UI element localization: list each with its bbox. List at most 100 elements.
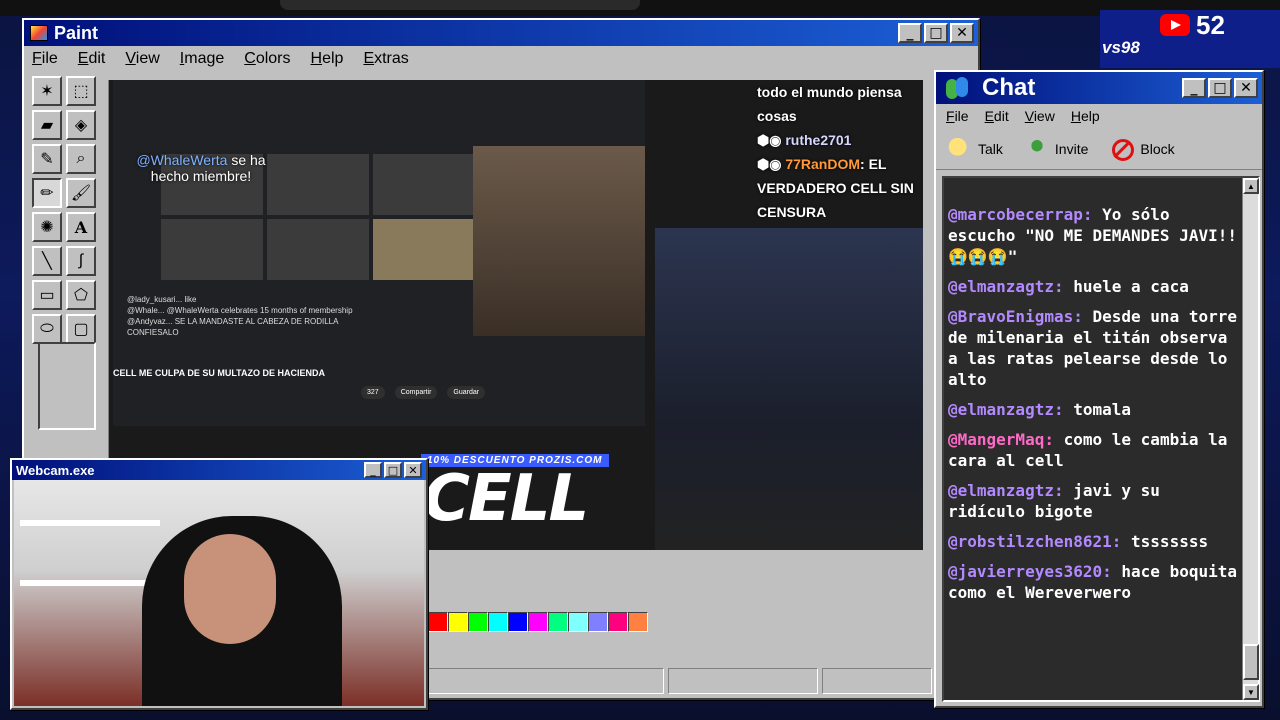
- member-alert: @WhaleWerta se ha hecho miembre!: [127, 152, 275, 184]
- block-icon: [1110, 138, 1135, 161]
- paint-menubar: File Edit View Image Colors Help Extras: [24, 46, 978, 72]
- address-bar[interactable]: [280, 0, 640, 10]
- chat-menubar: File Edit View Help: [936, 104, 1262, 128]
- scroll-down-icon[interactable]: ▼: [1243, 684, 1259, 700]
- color-palette: [428, 612, 648, 632]
- chat-message: @javierreyes3620: hace boquita como el W…: [948, 561, 1238, 603]
- scroll-thumb[interactable]: [1243, 644, 1259, 680]
- status-field: [822, 668, 932, 694]
- color-swatch[interactable]: [608, 612, 628, 632]
- menu-extras[interactable]: Extras: [363, 50, 408, 68]
- text-tool-icon[interactable]: A: [66, 212, 96, 242]
- color-swatch[interactable]: [548, 612, 568, 632]
- save-label: Guardar: [447, 386, 486, 399]
- overlay-user: 77RanDOM: [785, 156, 861, 172]
- chat-message: @BravoEnigmas: Desde una torre de milena…: [948, 306, 1238, 390]
- video-actions: 327 Compartir Guardar: [361, 386, 486, 399]
- color-swatch[interactable]: [448, 612, 468, 632]
- curve-icon[interactable]: ∫: [66, 246, 96, 276]
- status-field: [428, 668, 664, 694]
- stream-chat-overlay: todo el mundo piensa cosas ⬢◉ ruthe2701 …: [757, 80, 923, 224]
- airbrush-icon[interactable]: ✺: [32, 212, 62, 242]
- block-button[interactable]: Block: [1110, 138, 1175, 161]
- minimize-button[interactable]: _: [364, 462, 382, 478]
- color-swatch[interactable]: [588, 612, 608, 632]
- color-swatch[interactable]: [508, 612, 528, 632]
- share-label: Compartir: [394, 386, 438, 399]
- invite-label: Invite: [1054, 140, 1089, 157]
- fill-bucket-icon[interactable]: ◈: [66, 110, 96, 140]
- menu-colors[interactable]: Colors: [244, 50, 290, 68]
- talk-icon: [948, 137, 972, 160]
- webcam-titlebar[interactable]: Webcam.exe _ □ ✕: [12, 460, 426, 480]
- chat-scrollbar[interactable]: ▲ ▼: [1242, 178, 1259, 700]
- webcam-feed: [14, 480, 424, 706]
- brush-icon[interactable]: 🖌: [66, 178, 96, 208]
- maximize-button[interactable]: □: [1208, 78, 1232, 98]
- captured-chat-line: @lady_kusari... like: [127, 295, 197, 304]
- close-button[interactable]: ✕: [1234, 78, 1258, 98]
- youtube-icon: [1160, 14, 1190, 36]
- menu-help[interactable]: Help: [1071, 108, 1100, 124]
- chat-message: @elmanzagtz: javi y su ridículo bigote: [948, 480, 1238, 522]
- chat-text: tomala: [1073, 400, 1132, 419]
- paint-titlebar[interactable]: Paint _ □ ✕: [24, 20, 978, 46]
- paint-title: Paint: [54, 22, 99, 43]
- color-swatch[interactable]: [528, 612, 548, 632]
- tool-options-box[interactable]: [38, 342, 96, 430]
- chat-username: @MangerMaq:: [948, 430, 1054, 449]
- viewer-count: 52: [1196, 10, 1225, 40]
- chat-text: huele a caca: [1073, 277, 1189, 296]
- rectangle-icon[interactable]: ▭: [32, 280, 62, 310]
- shelf: [20, 580, 160, 586]
- talk-button[interactable]: Talk: [948, 137, 1003, 160]
- menu-edit[interactable]: Edit: [78, 50, 106, 68]
- chat-titlebar[interactable]: Chat _ □ ✕: [936, 72, 1262, 104]
- color-picker-icon[interactable]: ✎: [32, 144, 62, 174]
- maximize-button[interactable]: □: [924, 23, 948, 43]
- maximize-button[interactable]: □: [384, 462, 402, 478]
- chat-username: @BravoEnigmas:: [948, 307, 1083, 326]
- color-swatch[interactable]: [428, 612, 448, 632]
- chat-title: Chat: [982, 74, 1036, 101]
- chat-username: @robstilzchen8621:: [948, 532, 1122, 551]
- menu-file[interactable]: File: [946, 108, 969, 124]
- magnifier-icon[interactable]: ⌕: [66, 144, 96, 174]
- invite-button[interactable]: Invite: [1024, 137, 1089, 160]
- menu-image[interactable]: Image: [180, 50, 224, 68]
- captured-chat-line: @Whale... @WhaleWerta celebrates 15 mont…: [127, 306, 353, 315]
- pencil-icon[interactable]: ✏: [32, 178, 62, 208]
- chat-username: @elmanzagtz:: [948, 400, 1064, 419]
- badge-icon: ⬢◉: [757, 132, 786, 148]
- menu-view[interactable]: View: [125, 50, 159, 68]
- close-button[interactable]: ✕: [950, 23, 974, 43]
- rect-select-icon[interactable]: ⬚: [66, 76, 96, 106]
- menu-view[interactable]: View: [1025, 108, 1055, 124]
- badge-subtext: vs98: [1102, 38, 1140, 57]
- color-swatch[interactable]: [488, 612, 508, 632]
- chat-username: @marcobecerrap:: [948, 205, 1093, 224]
- ellipse-icon[interactable]: ⬭: [32, 314, 62, 344]
- menu-edit[interactable]: Edit: [985, 108, 1009, 124]
- close-button[interactable]: ✕: [404, 462, 422, 478]
- member-user: @WhaleWerta: [136, 152, 228, 168]
- free-select-icon[interactable]: ✶: [32, 76, 62, 106]
- eraser-icon[interactable]: ▰: [32, 110, 62, 140]
- polygon-icon[interactable]: ⬠: [66, 280, 96, 310]
- color-swatch[interactable]: [568, 612, 588, 632]
- color-swatch[interactable]: [468, 612, 488, 632]
- captured-chat-line: @Andyvaz... SE LA MANDASTE AL CABEZA DE …: [127, 317, 339, 337]
- minimize-button[interactable]: _: [898, 23, 922, 43]
- chat-text: tsssssss: [1131, 532, 1209, 551]
- menu-help[interactable]: Help: [311, 50, 344, 68]
- line-icon[interactable]: ╲: [32, 246, 62, 276]
- minimize-button[interactable]: _: [1182, 78, 1206, 98]
- rounded-rect-icon[interactable]: ▢: [66, 314, 96, 344]
- menu-file[interactable]: File: [32, 50, 58, 68]
- block-label: Block: [1140, 140, 1175, 157]
- chat-log[interactable]: @marcobecerrap: Yo sólo escucho "NO ME D…: [942, 176, 1260, 702]
- color-swatch[interactable]: [628, 612, 648, 632]
- chat-message: @MangerMaq: como le cambia la cara al ce…: [948, 429, 1238, 471]
- chat-messages: @marcobecerrap: Yo sólo escucho "NO ME D…: [948, 204, 1238, 612]
- scroll-up-icon[interactable]: ▲: [1243, 178, 1259, 194]
